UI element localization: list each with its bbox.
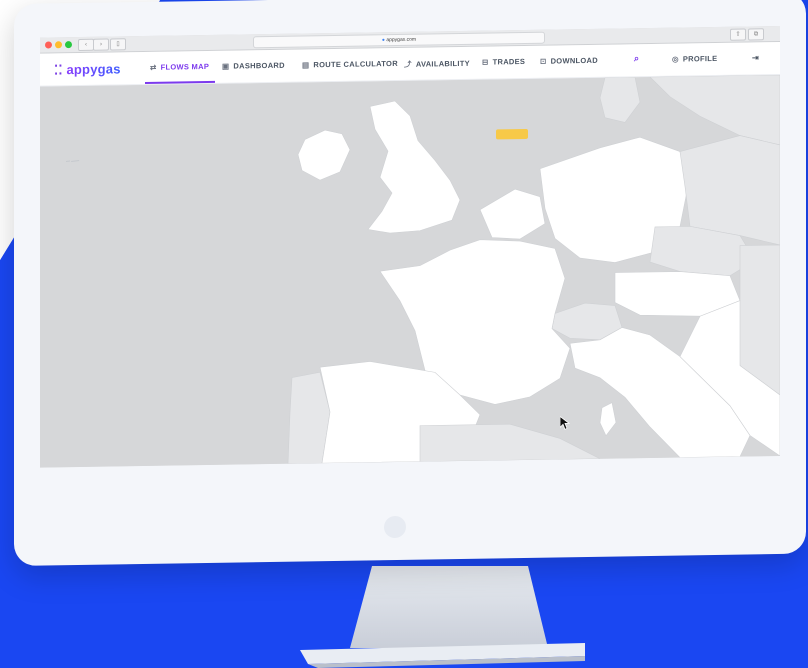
map-north-africa	[419, 423, 601, 462]
sidebar-toggle-icon[interactable]: ▯	[110, 38, 126, 51]
minimize-window-icon[interactable]	[55, 41, 62, 49]
appygas-logo[interactable]: ⁚⁚ appygas	[54, 61, 121, 78]
flows-map[interactable]: — ——	[40, 74, 780, 468]
logout-icon: ⇥	[752, 53, 760, 63]
maximize-window-icon[interactable]	[65, 41, 72, 49]
europe-map[interactable]	[40, 74, 780, 468]
globe-icon: ●	[381, 37, 385, 44]
map-portugal	[287, 371, 331, 465]
share-icon[interactable]: ⇧	[730, 28, 746, 41]
nav-availability[interactable]: ⤴ AVAILABILITY	[404, 58, 470, 70]
map-marker-label[interactable]	[496, 128, 528, 140]
url-text: appygas.com	[386, 36, 417, 44]
screen: ‹ › ▯ ● appygas.com ⇧ ⧉ ⁚⁚ appygas ⇄ FLOW…	[40, 25, 780, 468]
nav-trades[interactable]: ⊟ TRADES	[482, 57, 525, 67]
nav-dashboard[interactable]: ▣ DASHBOARD	[222, 61, 285, 71]
flows-icon: ⇄	[150, 62, 157, 72]
logo-mark-icon: ⁚⁚	[54, 62, 63, 78]
search-icon: ⌕	[634, 53, 640, 64]
legend-line-icon: — ——	[66, 157, 80, 164]
close-window-icon[interactable]	[45, 41, 52, 49]
nav-profile[interactable]: ◎ PROFILE	[672, 54, 717, 64]
logo-text: appygas	[66, 61, 121, 78]
apple-logo-icon	[384, 515, 406, 539]
monitor-body: ‹ › ▯ ● appygas.com ⇧ ⧉ ⁚⁚ appygas ⇄ FLOW…	[14, 0, 806, 566]
back-button[interactable]: ‹	[78, 38, 94, 51]
map-benelux	[479, 188, 546, 240]
mouse-cursor-icon	[560, 416, 570, 430]
tabs-icon[interactable]: ⧉	[748, 28, 764, 41]
trades-icon: ⊟	[482, 57, 489, 67]
map-ireland	[297, 129, 351, 181]
search-button[interactable]: ⌕	[634, 53, 639, 64]
download-icon: ⊡	[540, 56, 547, 66]
logout-button[interactable]: ⇥	[752, 53, 759, 62]
map-legend: — ——	[66, 158, 79, 163]
forward-button[interactable]: ›	[93, 38, 109, 51]
map-great-britain	[367, 100, 461, 234]
map-denmark	[599, 76, 641, 123]
availability-icon: ⤴	[404, 59, 412, 69]
nav-flows-map[interactable]: ⇄ FLOWS MAP	[150, 62, 209, 72]
user-icon: ◎	[672, 54, 679, 64]
dashboard-icon: ▣	[222, 61, 230, 71]
map-corsica	[599, 402, 617, 437]
nav-route-calculator[interactable]: ▤ ROUTE CALCULATOR	[302, 59, 398, 70]
calculator-icon: ▤	[302, 60, 310, 70]
nav-download[interactable]: ⊡ DOWNLOAD	[540, 56, 598, 66]
map-scandinavia	[649, 74, 780, 146]
